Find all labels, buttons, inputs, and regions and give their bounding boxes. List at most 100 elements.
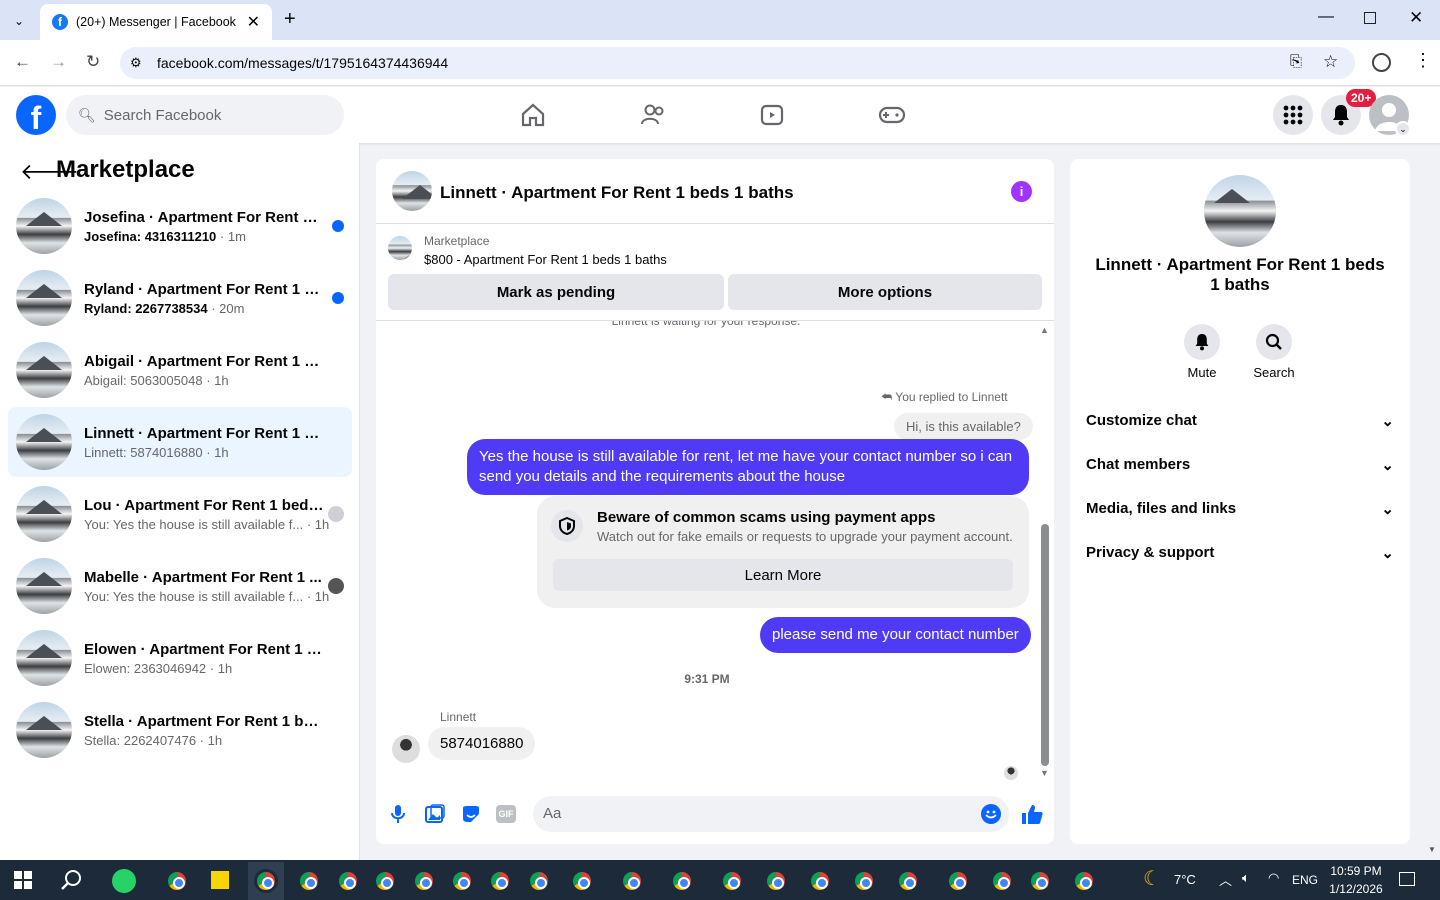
weather-moon-icon[interactable]: ☾ (1143, 866, 1161, 891)
gaming-icon[interactable] (878, 102, 906, 128)
chrome-taskbar-icon[interactable] (808, 869, 832, 893)
more-options-button[interactable]: More options (728, 274, 1042, 310)
chrome-taskbar-icon[interactable] (412, 869, 436, 893)
chrome-taskbar-icon[interactable] (165, 869, 189, 893)
maximize-icon[interactable] (1364, 12, 1376, 24)
forward-icon[interactable]: → (50, 52, 67, 72)
photo-icon[interactable] (425, 804, 445, 824)
chrome-taskbar-icon[interactable] (373, 869, 397, 893)
chrome-taskbar-icon[interactable] (620, 869, 644, 893)
chrome-taskbar-icon[interactable] (720, 869, 744, 893)
privacy-support-section[interactable]: Privacy & support ⌄ (1086, 544, 1394, 562)
scroll-down-icon[interactable]: ▼ (1040, 768, 1049, 778)
facebook-search-input[interactable]: 🔍︎ Search Facebook (66, 95, 344, 135)
address-bar[interactable]: ⚙ facebook.com/messages/t/17951643744369… (120, 47, 1355, 79)
chat-title[interactable]: Linnett · Apartment For Rent 1 beds 1 ba… (440, 183, 794, 203)
windows-start-icon[interactable] (14, 871, 32, 889)
bookmark-star-icon[interactable]: ☆ (1323, 52, 1338, 72)
back-icon[interactable]: ← (14, 52, 31, 72)
tab-list-icon[interactable]: ⌄ (8, 10, 30, 32)
browser-tab[interactable]: f (20+) Messenger | Facebook ✕ (40, 4, 272, 40)
sticker-icon[interactable] (461, 804, 481, 824)
profile-icon[interactable] (1372, 53, 1391, 72)
chrome-taskbar-icon[interactable] (488, 869, 512, 893)
conversation-item-active[interactable]: Linnett · Apartment For Rent 1 bed... Li… (8, 407, 352, 477)
scrollbar-thumb[interactable] (1041, 524, 1049, 766)
info-icon[interactable]: i (1011, 181, 1032, 202)
scroll-up-icon[interactable]: ▲ (1040, 325, 1049, 335)
conversation-item[interactable]: Stella · Apartment For Rent 1 beds ... S… (8, 695, 352, 765)
thumbs-up-icon[interactable] (1021, 804, 1043, 825)
gif-icon[interactable]: GIF (496, 805, 516, 823)
tray-chevron-icon[interactable]: ︿ (1219, 870, 1232, 889)
chrome-taskbar-icon[interactable] (1028, 869, 1052, 893)
close-window-icon[interactable]: ✕ (1409, 8, 1423, 28)
new-tab-icon[interactable]: + (284, 8, 296, 31)
quoted-message[interactable]: Hi, is this available? (894, 413, 1033, 440)
chat-avatar[interactable] (392, 171, 432, 211)
outgoing-message[interactable]: Yes the house is still available for ren… (467, 439, 1029, 495)
close-tab-icon[interactable]: ✕ (247, 12, 260, 32)
chrome-taskbar-icon[interactable] (1072, 869, 1096, 893)
info-avatar[interactable] (1204, 175, 1276, 247)
chrome-taskbar-icon[interactable] (450, 869, 474, 893)
chrome-taskbar-icon[interactable] (670, 869, 694, 893)
install-app-icon[interactable]: ⎘ (1290, 53, 1302, 70)
emoji-icon[interactable] (981, 804, 1001, 824)
video-icon[interactable] (759, 102, 785, 128)
reload-icon[interactable]: ↻ (86, 52, 100, 72)
account-chevron-icon[interactable]: ⌄ (1395, 121, 1411, 137)
learn-more-button[interactable]: Learn More (553, 559, 1013, 591)
whatsapp-icon[interactable] (112, 869, 136, 893)
minimize-icon[interactable]: — (1318, 8, 1334, 26)
outgoing-message[interactable]: please send me your contact number (760, 617, 1031, 653)
sticky-notes-icon[interactable] (211, 871, 229, 889)
chat-members-section[interactable]: Chat members ⌄ (1086, 456, 1394, 474)
notification-center-icon[interactable] (1399, 872, 1415, 886)
microphone-icon[interactable] (391, 804, 405, 824)
language-indicator[interactable]: ENG (1292, 873, 1318, 887)
conversation-item[interactable]: Abigail · Apartment For Rent 1 bed... Ab… (8, 335, 352, 405)
network-icon[interactable]: ◠ (1268, 870, 1279, 886)
page-scroll-down-icon[interactable]: ▼ (1428, 845, 1436, 854)
incoming-message[interactable]: 5874016880 (428, 727, 536, 760)
chrome-taskbar-icon[interactable] (852, 869, 876, 893)
chrome-taskbar-icon[interactable] (946, 869, 970, 893)
conversation-item[interactable]: Mabelle · Apartment For Rent 1 ... You: … (8, 551, 352, 621)
menu-grid-icon[interactable] (1273, 95, 1313, 135)
mark-as-pending-button[interactable]: Mark as pending (388, 274, 724, 310)
chrome-taskbar-icon[interactable] (990, 869, 1014, 893)
sender-avatar[interactable] (392, 735, 420, 763)
chrome-taskbar-icon[interactable] (764, 869, 788, 893)
header-divider (376, 223, 1054, 224)
message-input[interactable]: Aa (533, 796, 1009, 832)
home-icon[interactable] (520, 102, 546, 128)
chrome-taskbar-icon[interactable] (336, 869, 360, 893)
chrome-taskbar-icon[interactable] (297, 869, 321, 893)
volume-icon[interactable]: 🔈︎ (1242, 870, 1250, 886)
customize-chat-section[interactable]: Customize chat ⌄ (1086, 412, 1394, 430)
weather-temp[interactable]: 7°C (1174, 872, 1196, 887)
sender-name: Linnett (440, 710, 477, 724)
mute-button[interactable] (1184, 324, 1220, 360)
conversation-item[interactable]: Elowen · Apartment For Rent 1 bed... Elo… (8, 623, 352, 693)
site-info-icon[interactable]: ⚙ (130, 55, 142, 71)
chrome-taskbar-icon[interactable] (527, 869, 551, 893)
conversation-item[interactable]: Josefina · Apartment For Rent 1 ... Jose… (8, 191, 352, 261)
taskbar-search-icon[interactable] (61, 869, 83, 891)
chrome-taskbar-icon[interactable] (570, 869, 594, 893)
conversation-item[interactable]: Ryland · Apartment For Rent 1 b... Rylan… (8, 263, 352, 333)
read-receipt-avatar (1004, 766, 1018, 780)
clock-date[interactable]: 1/12/2026 (1326, 882, 1386, 896)
search-conversation-button[interactable] (1256, 324, 1292, 360)
chrome-taskbar-icon[interactable] (254, 869, 278, 893)
chrome-taskbar-icon[interactable] (896, 869, 920, 893)
listing-description[interactable]: $800 - Apartment For Rent 1 beds 1 baths (424, 252, 667, 267)
browser-menu-icon[interactable]: ⋮ (1414, 50, 1432, 71)
clock-time[interactable]: 10:59 PM (1328, 864, 1384, 878)
conversation-info-panel: Linnett · Apartment For Rent 1 beds 1 ba… (1070, 159, 1410, 844)
friends-icon[interactable] (640, 102, 666, 128)
conversation-item[interactable]: Lou · Apartment For Rent 1 beds... You: … (8, 479, 352, 549)
facebook-logo-icon[interactable]: f (16, 95, 56, 135)
media-files-links-section[interactable]: Media, files and links ⌄ (1086, 500, 1394, 518)
